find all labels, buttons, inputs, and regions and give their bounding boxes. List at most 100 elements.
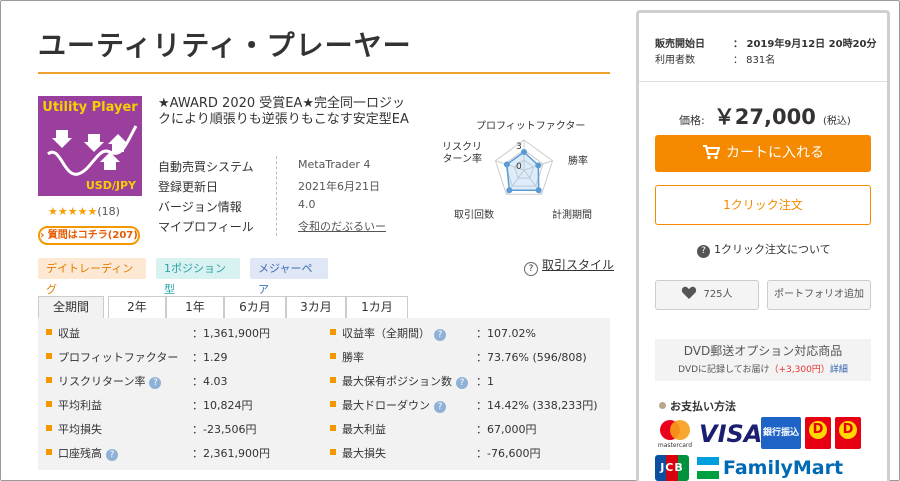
product-image-pair: USD/JPY [85,179,136,192]
stat-value: ：14.42% (338,233円) [476,399,598,412]
users-value: ： 831名 [733,55,776,66]
release-label: 販売開始日 [655,39,705,50]
stat-row-left: 平均損失 ：-23,506円 [46,416,316,440]
help-icon[interactable]: ? [106,449,118,461]
radar-point [506,187,513,194]
tab-6m[interactable]: 6カ月 [224,296,286,318]
stat-value: ：1,361,900円 [192,327,270,340]
title-divider [38,72,610,74]
stat-label: 最大ドローダウン [342,399,430,412]
stat-row-right: 最大損失 ：-76,600円 [330,440,600,464]
help-icon[interactable]: ? [456,377,468,389]
stat-value: ：67,000円 [476,423,537,436]
stat-row-right: 最大ドローダウン? ：14.42% (338,233円) [330,392,600,416]
stat-row-right: 最大保有ポジション数? ：1 [330,368,600,392]
stat-value: ：2,361,900円 [192,447,270,460]
add-to-cart-label: カートに入れる [726,145,824,161]
purchase-panel: 販売開始日 ： 2019年9月12日 20時20分 利用者数 ： 831名 価格… [636,10,890,481]
bullet-square-icon [330,425,336,431]
daily-logo-1: D [805,417,831,449]
panel-divider [639,81,887,82]
stat-row-left: 口座残高? ：2,361,900円 [46,440,316,464]
bullet-square-icon [46,401,52,407]
stat-value: ：1 [476,375,494,388]
mastercard-logo: mastercard [655,417,695,451]
jcb-logo: JCB [655,455,689,481]
info-value: 4.0 [298,198,316,211]
stats-panel: 収益 ：1,361,900円プロフィットファクター ：1.29 リスクリターン率? ：4… [38,318,610,470]
tag-daytrading[interactable]: デイトレーディング [38,258,146,296]
rating-count[interactable]: (18) [97,205,120,218]
product-image[interactable]: Utility Player USD/JPY [38,96,142,196]
stat-row-right: 収益率（全期間）? ：107.02% [330,320,600,344]
radar-point [503,161,510,168]
info-label: マイプロフィール [158,220,254,234]
daily-logo-2: D [835,417,861,449]
heart-icon [682,286,697,299]
info-label: バージョン情報 [158,200,242,214]
bank-transfer-logo: 銀行振込 [761,417,801,449]
stat-label-wrap: プロフィットファクター [58,349,178,365]
trade-style-link[interactable]: ? 取引スタイル [524,256,614,276]
help-icon[interactable]: ? [434,401,446,413]
jcb-text: JCB [660,461,684,474]
trade-style-label: 取引スタイル [542,258,615,272]
help-icon[interactable]: ? [434,329,446,341]
radar-point [535,162,542,169]
dvd-option-box: DVD郵送オプション対応商品 DVDに記録してお届け（+3,300円）詳細 [655,339,871,381]
dvd-detail-link[interactable]: 詳細 [830,365,848,375]
bullet-square-icon [330,401,336,407]
tab-1m[interactable]: 1カ月 [346,296,408,318]
profile-link[interactable]: 令和のだぶるいー [298,218,386,234]
daily-d-icon: D [809,421,827,439]
stat-value: ：73.76% (596/808) [476,351,587,364]
stat-label: 平均損失 [58,423,102,436]
radar-point [535,187,542,194]
stat-label-wrap: 口座残高? [58,445,118,461]
stat-value: ：-23,506円 [192,423,257,436]
stat-row-right: 勝率 ：73.76% (596/808) [330,344,600,368]
price-block: 価格: ￥27,000 (税込) [679,101,851,131]
page-title: ユーティリティ・プレーヤー [38,29,412,62]
question-badge-button[interactable]: › 質問はコチラ(207) [38,226,140,245]
price-tax: (税込) [822,116,851,127]
stat-value: ：107.02% [476,327,536,340]
tab-all[interactable]: 全期間 [38,296,104,318]
tab-2y[interactable]: 2年 [108,296,166,318]
radar-label-trades: 取引回数 [454,210,494,221]
info-row-version: バージョン情報 4.0 [158,196,398,216]
bullet-square-icon [46,449,52,455]
stat-label: 平均利益 [58,399,102,412]
bullet-square-icon [46,377,52,383]
favorite-button[interactable]: 725人 [655,280,759,310]
add-to-cart-button[interactable]: カートに入れる [655,135,871,172]
tab-3m[interactable]: 3カ月 [286,296,346,318]
bullet-square-icon [46,353,52,359]
tag-oneposition[interactable]: 1ポジション型 [156,258,240,296]
stat-row-left: リスクリターン率? ：4.03 [46,368,316,392]
one-click-order-button[interactable]: 1クリック注文 [655,185,871,225]
product-image-title: Utility Player [42,100,138,115]
one-click-help-link[interactable]: ? 1クリック注文について [697,241,831,258]
info-row-updated: 登録更新日 2021年6月21日 [158,176,398,196]
help-icon[interactable]: ? [149,377,162,389]
stat-label-wrap: リスクリターン率? [58,373,162,389]
info-label: 登録更新日 [158,180,219,194]
stat-row-left: 収益 ：1,361,900円 [46,320,316,344]
stat-value: ：1.29 [192,351,228,364]
chevron-right-icon: › [40,230,45,241]
stat-label: 勝率 [342,351,364,364]
product-image-graphic [47,125,138,176]
visa-logo: VISA [699,420,763,448]
stat-label: 収益率（全期間） [342,327,430,340]
one-click-help-label: 1クリック注文について [714,243,831,256]
bullet-square-icon [330,449,336,455]
familymart-logo-text: FamilyMart [723,457,844,479]
stat-label-wrap: 最大ドローダウン? [342,397,446,413]
favorite-count: 725人 [703,289,733,300]
tab-1y[interactable]: 1年 [166,296,224,318]
tag-majorpair[interactable]: メジャーペア [250,258,328,296]
add-portfolio-button[interactable]: ポートフォリオ追加 [767,280,871,310]
help-circle-icon: ? [524,262,538,276]
bullet-square-icon [46,425,52,431]
